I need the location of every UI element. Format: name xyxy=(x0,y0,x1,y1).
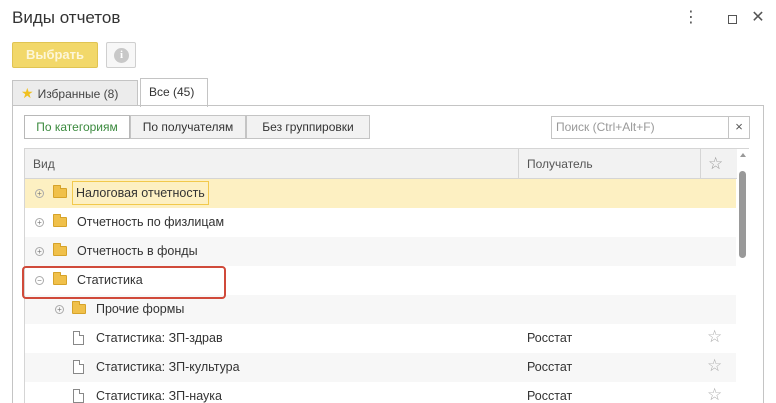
row-recipient: Росстат xyxy=(527,331,573,345)
column-header-recipient[interactable]: Получатель xyxy=(527,157,593,171)
row-label: Статистика: ЗП-наука xyxy=(96,389,222,403)
scrollbar-thumb[interactable] xyxy=(739,171,746,258)
search-clear-icon[interactable]: × xyxy=(728,116,750,139)
row-recipient: Росстат xyxy=(527,389,573,403)
row-label: Налоговая отчетность xyxy=(72,181,209,205)
expand-icon[interactable]: + xyxy=(35,247,44,256)
table-row[interactable]: + Налоговая отчетность xyxy=(25,179,736,208)
row-label: Прочие формы xyxy=(96,302,185,316)
table-row[interactable]: + Отчетность по физлицам xyxy=(25,208,736,237)
tab-favorites-label: Избранные (8) xyxy=(37,87,119,101)
row-label: Отчетность по физлицам xyxy=(77,215,225,229)
favorite-star-icon[interactable]: ☆ xyxy=(707,385,722,403)
document-icon xyxy=(73,360,84,374)
row-recipient: Росстат xyxy=(527,360,573,374)
tab-all[interactable]: Все (45) xyxy=(140,78,208,107)
search-input[interactable]: Поиск (Ctrl+Alt+F) xyxy=(551,116,729,139)
group-by-recipient-button[interactable]: По получателям xyxy=(130,115,246,139)
no-grouping-button[interactable]: Без группировки xyxy=(246,115,370,139)
close-icon[interactable]: ✕ xyxy=(749,9,767,27)
row-label: Статистика: ЗП-культура xyxy=(96,360,240,374)
row-label: Отчетность в фонды xyxy=(77,244,198,258)
favorite-star-icon[interactable]: ☆ xyxy=(707,356,722,376)
maximize-icon[interactable] xyxy=(723,9,741,27)
table-row[interactable]: Статистика: ЗП-наука Росстат ☆ xyxy=(25,382,736,403)
more-menu-icon[interactable]: ⋮ xyxy=(682,9,700,27)
favorite-column-star-icon[interactable]: ☆ xyxy=(708,154,723,174)
star-icon: ★ xyxy=(21,85,34,101)
grid-header: Вид Получатель ☆ xyxy=(25,149,749,179)
group-by-category-button[interactable]: По категориям xyxy=(24,115,130,139)
info-icon: i xyxy=(114,48,129,63)
folder-icon xyxy=(72,301,86,314)
select-button[interactable]: Выбрать xyxy=(12,42,98,68)
column-divider xyxy=(700,149,701,179)
window-title: Виды отчетов xyxy=(12,8,121,27)
row-label: Статистика: ЗП-здрав xyxy=(96,331,223,345)
table-row[interactable]: Статистика: ЗП-здрав Росстат ☆ xyxy=(25,324,736,353)
tab-favorites[interactable]: ★ Избранные (8) xyxy=(12,80,138,106)
table-row[interactable]: Статистика: ЗП-культура Росстат ☆ xyxy=(25,353,736,382)
favorite-star-icon[interactable]: ☆ xyxy=(707,327,722,347)
column-divider xyxy=(518,149,519,179)
column-header-vid[interactable]: Вид xyxy=(33,157,55,171)
expand-icon[interactable]: + xyxy=(35,189,44,198)
expand-icon[interactable]: + xyxy=(35,218,44,227)
folder-icon xyxy=(53,243,67,256)
info-button[interactable]: i xyxy=(106,42,136,68)
vertical-scrollbar[interactable] xyxy=(737,149,749,403)
scroll-up-icon[interactable] xyxy=(740,153,746,157)
folder-icon xyxy=(53,185,67,198)
document-icon xyxy=(73,331,84,345)
tab-all-label: Все (45) xyxy=(149,85,195,99)
expand-icon[interactable]: + xyxy=(55,305,64,314)
table-row[interactable]: + Прочие формы xyxy=(25,295,736,324)
document-icon xyxy=(73,389,84,403)
annotation-highlight-box xyxy=(22,266,226,299)
table-row[interactable]: + Отчетность в фонды xyxy=(25,237,736,266)
folder-icon xyxy=(53,214,67,227)
